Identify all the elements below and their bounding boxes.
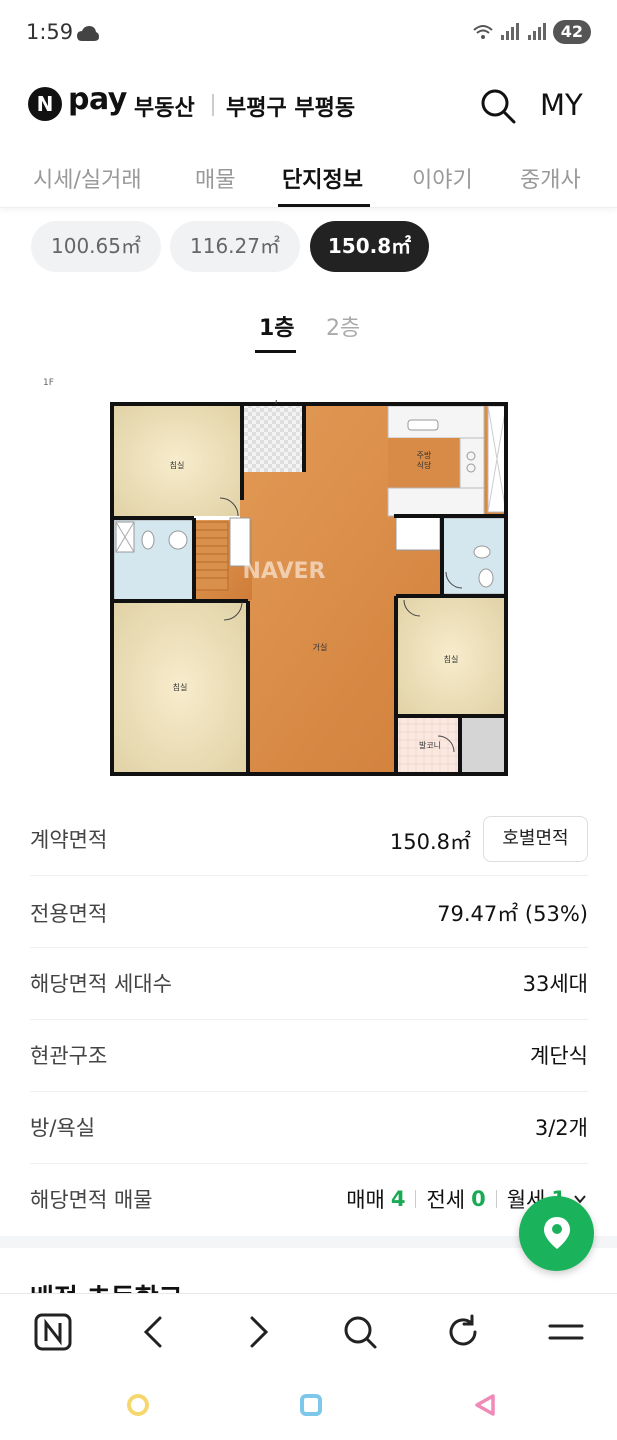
area-chip-100[interactable]: 100.65㎡ bbox=[31, 221, 161, 272]
rooms-label: 방/욕실 bbox=[30, 1116, 96, 1140]
active-tab-underline bbox=[278, 204, 370, 207]
my-button[interactable]: MY bbox=[540, 88, 583, 122]
tab-agents[interactable]: 중개사 bbox=[520, 162, 581, 194]
status-icons: 42 bbox=[472, 20, 591, 44]
naver-watermark: NAVER bbox=[243, 559, 326, 584]
households-value: 33세대 bbox=[522, 972, 588, 996]
jeonse-count: 0 bbox=[471, 1187, 486, 1211]
refresh-icon[interactable] bbox=[443, 1312, 483, 1352]
tab-stories[interactable]: 이야기 bbox=[412, 162, 473, 194]
tab-listings[interactable]: 매물 bbox=[195, 162, 235, 194]
wifi-icon bbox=[473, 25, 493, 39]
nav-recents-icon[interactable] bbox=[125, 1392, 151, 1418]
browser-toolbar bbox=[0, 1293, 617, 1369]
tab-price[interactable]: 시세/실거래 bbox=[33, 162, 142, 194]
jeonse-label: 전세 bbox=[426, 1188, 466, 1212]
floor-label: 1F bbox=[43, 378, 54, 388]
nav-home-icon[interactable] bbox=[298, 1392, 324, 1418]
room-label-balcony: 발코니 bbox=[419, 740, 441, 750]
service-name[interactable]: 부동산 bbox=[134, 90, 195, 122]
status-bar: 1:59 42 bbox=[0, 0, 617, 66]
exclusive-area-label: 전용면적 bbox=[30, 902, 108, 926]
room-label-bedroom-bl: 침실 bbox=[173, 682, 188, 692]
room-label-bedroom-r: 침실 bbox=[444, 654, 459, 664]
households-label: 해당면적 세대수 bbox=[30, 972, 172, 996]
system-navigation-bar bbox=[0, 1370, 617, 1440]
back-icon[interactable] bbox=[134, 1312, 174, 1352]
battery-indicator: 42 bbox=[552, 20, 591, 44]
exclusive-area-value: 79.47㎡ (53%) bbox=[437, 902, 588, 926]
status-time: 1:59 bbox=[26, 20, 74, 44]
entrance-value: 계단식 bbox=[530, 1044, 588, 1068]
unit-area-button[interactable]: 호별면적 bbox=[483, 816, 588, 862]
forward-icon[interactable] bbox=[238, 1312, 278, 1352]
contract-area-label: 계약면적 bbox=[30, 828, 108, 852]
floor-tab-underline bbox=[255, 350, 296, 353]
search-icon-toolbar[interactable] bbox=[340, 1312, 380, 1352]
info-row-households: 해당면적 세대수 33세대 bbox=[30, 948, 588, 1020]
sale-label: 매매 bbox=[346, 1188, 385, 1212]
floor-plan-image: NAVER 침실 주방 식당 거실 침실 침실 발코니 bbox=[110, 400, 508, 776]
listing-divider-2 bbox=[495, 1190, 497, 1208]
region-title[interactable]: 부평구 부평동 bbox=[226, 90, 355, 122]
floor-tab-1[interactable]: 1층 bbox=[259, 310, 295, 342]
info-row-listings[interactable]: 해당면적 매물 매매 4 전세 0 월세 1 bbox=[30, 1164, 588, 1230]
contract-area-value: 150.8㎡ bbox=[389, 830, 471, 854]
nav-back-icon[interactable] bbox=[472, 1392, 498, 1418]
naver-home-icon[interactable] bbox=[33, 1312, 73, 1352]
signal-icon bbox=[500, 23, 519, 40]
app-header: N pay 부동산 부평구 부평동 MY bbox=[0, 72, 617, 138]
map-pin-icon bbox=[544, 1217, 570, 1249]
info-row-rooms: 방/욕실 3/2개 bbox=[30, 1092, 588, 1164]
area-chip-150[interactable]: 150.8㎡ bbox=[310, 221, 429, 272]
main-tabs: 시세/실거래 매물 단지정보 이야기 중개사 bbox=[0, 150, 617, 208]
pay-logo[interactable]: pay bbox=[68, 82, 127, 117]
sale-count: 4 bbox=[390, 1187, 406, 1211]
rooms-value: 3/2개 bbox=[534, 1116, 588, 1140]
search-icon[interactable] bbox=[478, 86, 518, 126]
naver-logo-icon[interactable]: N bbox=[28, 87, 62, 121]
signal-icon-2 bbox=[527, 23, 546, 40]
stairs bbox=[193, 521, 229, 591]
listing-divider bbox=[415, 1190, 417, 1208]
area-chip-116[interactable]: 116.27㎡ bbox=[170, 221, 300, 272]
cloud-icon bbox=[77, 26, 99, 41]
floor-tab-2[interactable]: 2층 bbox=[326, 310, 360, 342]
entrance-label: 현관구조 bbox=[30, 1044, 108, 1068]
room-label-living: 거실 bbox=[313, 642, 328, 652]
tab-complex-info[interactable]: 단지정보 bbox=[282, 162, 363, 194]
menu-icon[interactable] bbox=[546, 1312, 586, 1352]
header-divider bbox=[212, 94, 214, 116]
info-row-exclusive-area: 전용면적 79.47㎡ (53%) bbox=[30, 876, 588, 948]
room-label-bedroom-tl: 침실 bbox=[170, 460, 185, 470]
map-fab-button[interactable] bbox=[519, 1196, 594, 1271]
listings-label: 해당면적 매물 bbox=[30, 1188, 153, 1212]
info-row-entrance: 현관구조 계단식 bbox=[30, 1020, 588, 1092]
